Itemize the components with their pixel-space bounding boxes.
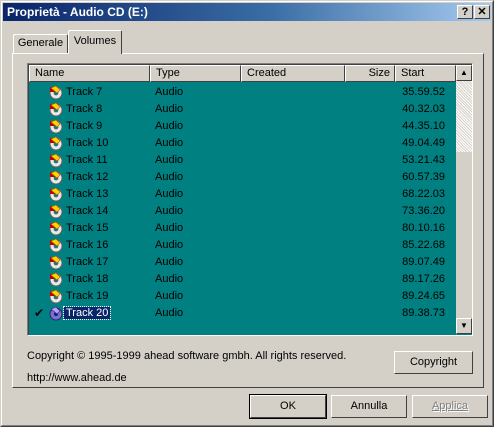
audio-track-icon	[48, 203, 64, 219]
list-item[interactable]: ✔ Track 20 Audio 89.38.73	[29, 305, 456, 322]
close-button[interactable]: ✕	[474, 5, 490, 19]
track-name: Track 20	[62, 306, 112, 320]
track-name: Track 16	[66, 239, 109, 251]
window-title: Proprietà - Audio CD (E:)	[7, 5, 148, 19]
track-name: Track 17	[66, 256, 109, 268]
list-item[interactable]: Track 9 Audio 44.35.10	[29, 118, 456, 135]
check-mark-icon: ✔	[34, 306, 45, 320]
copyright-notice: Copyright © 1995-1999 ahead software gmb…	[27, 350, 347, 362]
track-start: 68.22.03	[402, 188, 445, 200]
list-item[interactable]: Track 16 Audio 85.22.68	[29, 237, 456, 254]
track-start: 80.10.16	[402, 222, 445, 234]
scroll-up-button[interactable]: ▲	[456, 65, 472, 81]
track-type: Audio	[155, 205, 184, 217]
audio-track-icon	[48, 186, 64, 202]
track-start: 89.38.73	[402, 307, 445, 319]
audio-track-icon	[48, 118, 64, 134]
audio-track-icon	[48, 220, 64, 236]
track-start: 44.35.10	[402, 120, 445, 132]
list-rows: Track 7 Audio 35.59.52 Track 8 Audio 40.32.03…	[29, 84, 456, 322]
ok-button[interactable]: OK	[249, 394, 327, 419]
track-start: 53.21.43	[402, 154, 445, 166]
scroll-thumb[interactable]	[456, 152, 472, 318]
track-name: Track 15	[66, 222, 109, 234]
track-start: 40.32.03	[402, 103, 445, 115]
track-type: Audio	[155, 137, 184, 149]
title-bar[interactable]: Proprietà - Audio CD (E:) ? ✕	[3, 3, 491, 21]
track-type: Audio	[155, 86, 184, 98]
audio-track-icon	[48, 169, 64, 185]
list-item[interactable]: Track 12 Audio 60.57.39	[29, 169, 456, 186]
audio-track-icon	[48, 305, 64, 321]
list-item[interactable]: Track 13 Audio 68.22.03	[29, 186, 456, 203]
cancel-button[interactable]: Annulla	[331, 395, 407, 418]
track-name: Track 11	[66, 154, 108, 166]
audio-track-icon	[48, 254, 64, 270]
column-header-start[interactable]: Start	[395, 65, 456, 82]
properties-dialog: Proprietà - Audio CD (E:) ? ✕ Generale V…	[0, 0, 494, 427]
help-button[interactable]: ?	[457, 5, 473, 19]
track-name: Track 10	[66, 137, 109, 149]
track-start: 35.59.52	[402, 86, 445, 98]
track-name: Track 9	[66, 120, 103, 132]
track-name: Track 14	[66, 205, 109, 217]
list-item[interactable]: Track 10 Audio 49.04.49	[29, 135, 456, 152]
column-header-name[interactable]: Name	[29, 65, 150, 82]
audio-track-icon	[48, 152, 64, 168]
track-type: Audio	[155, 290, 184, 302]
track-start: 85.22.68	[402, 239, 445, 251]
track-start: 89.17.26	[402, 273, 445, 285]
list-item[interactable]: Track 11 Audio 53.21.43	[29, 152, 456, 169]
apply-button[interactable]: Applica	[412, 395, 488, 418]
track-name: Track 19	[66, 290, 109, 302]
audio-track-icon	[48, 101, 64, 117]
list-item[interactable]: Track 18 Audio 89.17.26	[29, 271, 456, 288]
list-item[interactable]: Track 17 Audio 89.07.49	[29, 254, 456, 271]
tracks-list[interactable]: Name Type Created Size Start Track 7 Audi…	[27, 63, 473, 336]
scroll-down-button[interactable]: ▼	[456, 318, 472, 334]
track-type: Audio	[155, 154, 184, 166]
column-header-created[interactable]: Created	[241, 65, 345, 82]
audio-track-icon	[48, 271, 64, 287]
website-url: http://www.ahead.de	[27, 372, 127, 384]
list-item[interactable]: Track 14 Audio 73.36.20	[29, 203, 456, 220]
tab-volumes[interactable]: Volumes	[68, 30, 122, 54]
track-type: Audio	[155, 239, 184, 251]
list-item[interactable]: Track 7 Audio 35.59.52	[29, 84, 456, 101]
track-type: Audio	[155, 188, 184, 200]
track-name: Track 18	[66, 273, 109, 285]
vertical-scrollbar[interactable]: ▲ ▼	[456, 65, 472, 334]
track-name: Track 8	[66, 103, 103, 115]
tab-generale[interactable]: Generale	[13, 34, 68, 53]
track-start: 89.24.65	[402, 290, 445, 302]
track-start: 73.36.20	[402, 205, 445, 217]
track-start: 60.57.39	[402, 171, 445, 183]
track-start: 89.07.49	[402, 256, 445, 268]
copyright-button[interactable]: Copyright	[394, 351, 473, 374]
list-item[interactable]: Track 19 Audio 89.24.65	[29, 288, 456, 305]
list-item[interactable]: Track 8 Audio 40.32.03	[29, 101, 456, 118]
audio-track-icon	[48, 288, 64, 304]
track-type: Audio	[155, 222, 184, 234]
track-name: Track 12	[66, 171, 109, 183]
track-name: Track 7	[66, 86, 103, 98]
audio-track-icon	[48, 84, 64, 100]
track-type: Audio	[155, 120, 184, 132]
scroll-track-upper[interactable]	[456, 81, 472, 152]
track-start: 49.04.49	[402, 137, 445, 149]
column-header-type[interactable]: Type	[150, 65, 241, 82]
track-type: Audio	[155, 103, 184, 115]
audio-track-icon	[48, 237, 64, 253]
track-name: Track 13	[66, 188, 109, 200]
track-type: Audio	[155, 171, 184, 183]
track-type: Audio	[155, 256, 184, 268]
list-header: Name Type Created Size Start	[29, 65, 456, 82]
audio-track-icon	[48, 135, 64, 151]
track-type: Audio	[155, 273, 184, 285]
list-item[interactable]: Track 15 Audio 80.10.16	[29, 220, 456, 237]
apply-button-label: Applica	[431, 400, 469, 412]
column-header-size[interactable]: Size	[345, 65, 395, 82]
track-type: Audio	[155, 307, 184, 319]
